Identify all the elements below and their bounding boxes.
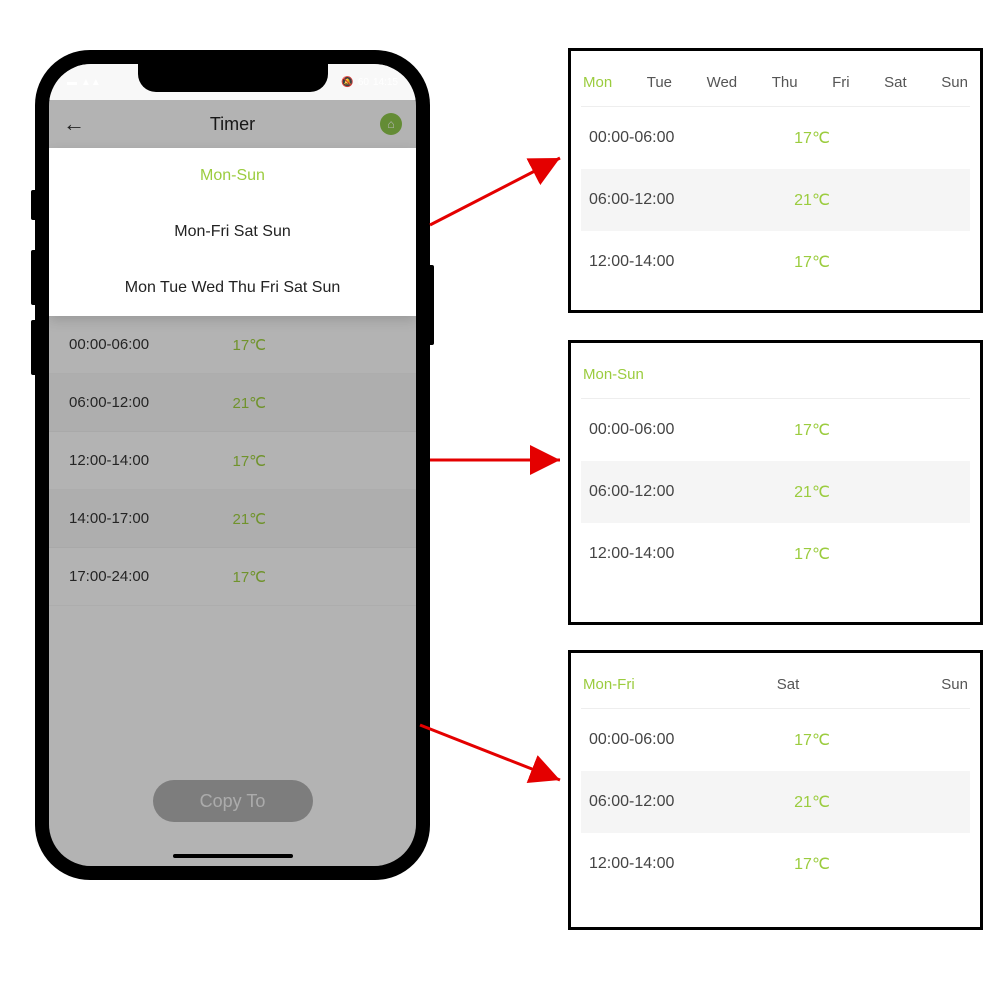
time-range: 00:00-06:00 [589,129,794,147]
temperature: 17℃ [794,420,830,440]
temperature: 21℃ [794,482,830,502]
schedule-row[interactable]: 17:00-24:00 17℃ [49,548,416,606]
temperature: 21℃ [233,510,267,528]
time-range: 06:00-12:00 [589,483,794,501]
battery-icon: 60 [358,77,369,88]
phone-screen: ▬ ▲▲ 🔕 60 14:15 ← Timer ⌂ Mon-Sun Mon-Fr… [49,64,416,866]
mode-option-individual-days[interactable]: Mon Tue Wed Thu Fri Sat Sun [49,260,416,316]
temperature: 21℃ [233,394,267,412]
schedule-row[interactable]: 06:00-12:00 21℃ [581,461,970,523]
schedule-row[interactable]: 14:00-17:00 21℃ [49,490,416,548]
schedule-row[interactable]: 12:00-14:00 17℃ [581,833,970,895]
day-tabs: Mon-Fri Sat Sun [581,661,970,709]
tab-fri[interactable]: Fri [832,74,850,91]
tab-mon-sun[interactable]: Mon-Sun [583,366,644,383]
volume-down-button [31,320,37,375]
tab-thu[interactable]: Thu [772,74,798,91]
panel-monfri-sat-sun: Mon-Fri Sat Sun 00:00-06:00 17℃ 06:00-12… [568,650,983,930]
time-range: 00:00-06:00 [589,421,794,439]
temperature: 17℃ [233,336,267,354]
tab-sun[interactable]: Sun [941,74,968,91]
volume-up-button [31,250,37,305]
mode-dropdown: Mon-Sun Mon-Fri Sat Sun Mon Tue Wed Thu … [49,148,416,316]
signal-icon: ▲▲ [81,77,101,88]
home-icon[interactable]: ⌂ [380,113,402,135]
page-header: ← Timer ⌂ [49,100,416,148]
schedule-row[interactable]: 12:00-14:00 17℃ [49,432,416,490]
time-range: 12:00-14:00 [589,253,794,271]
time-range: 00:00-06:00 [69,336,233,353]
carrier-icon: ▬ [67,77,77,88]
schedule-row[interactable]: 12:00-14:00 17℃ [581,231,970,293]
home-indicator [173,854,293,858]
panel-individual-days: Mon Tue Wed Thu Fri Sat Sun 00:00-06:00 … [568,48,983,313]
copy-to-button[interactable]: Copy To [153,780,313,822]
phone-frame: ▬ ▲▲ 🔕 60 14:15 ← Timer ⌂ Mon-Sun Mon-Fr… [35,50,430,880]
temperature: 17℃ [233,452,267,470]
back-icon[interactable]: ← [63,111,85,137]
temperature: 17℃ [794,252,830,272]
arrow-icon [430,158,560,225]
temperature: 21℃ [794,190,830,210]
time-range: 06:00-12:00 [589,191,794,209]
time-range: 06:00-12:00 [589,793,794,811]
temperature: 17℃ [794,128,830,148]
silent-icon: 🔕 [341,77,353,88]
time-range: 12:00-14:00 [69,452,233,469]
schedule-row[interactable]: 00:00-06:00 17℃ [49,316,416,374]
clock-text: 14:15 [373,77,398,88]
tab-sat[interactable]: Sat [777,676,800,693]
time-range: 12:00-14:00 [589,545,794,563]
schedule-row[interactable]: 06:00-12:00 21℃ [581,771,970,833]
time-range: 14:00-17:00 [69,510,233,527]
temperature: 17℃ [794,544,830,564]
time-range: 06:00-12:00 [69,394,233,411]
temperature: 17℃ [794,854,830,874]
schedule-row[interactable]: 12:00-14:00 17℃ [581,523,970,585]
tab-sat[interactable]: Sat [884,74,907,91]
power-button [428,265,434,345]
time-range: 12:00-14:00 [589,855,794,873]
tab-mon-fri[interactable]: Mon-Fri [583,676,635,693]
schedule-row[interactable]: 06:00-12:00 21℃ [49,374,416,432]
panel-mon-sun: Mon-Sun 00:00-06:00 17℃ 06:00-12:00 21℃ … [568,340,983,625]
schedule-list: 00:00-06:00 17℃ 06:00-12:00 21℃ 12:00-14… [49,316,416,606]
temperature: 17℃ [233,568,267,586]
tab-sun[interactable]: Sun [941,676,968,693]
schedule-row[interactable]: 00:00-06:00 17℃ [581,107,970,169]
tab-tue[interactable]: Tue [647,74,672,91]
phone-notch [138,64,328,92]
time-range: 17:00-24:00 [69,568,233,585]
mode-option-monfri-sat-sun[interactable]: Mon-Fri Sat Sun [49,204,416,260]
tab-mon[interactable]: Mon [583,74,612,91]
time-range: 00:00-06:00 [589,731,794,749]
schedule-row[interactable]: 00:00-06:00 17℃ [581,399,970,461]
schedule-row[interactable]: 00:00-06:00 17℃ [581,709,970,771]
temperature: 21℃ [794,792,830,812]
day-tabs: Mon-Sun [581,351,970,399]
day-tabs: Mon Tue Wed Thu Fri Sat Sun [581,59,970,107]
page-title: Timer [85,114,380,135]
schedule-row[interactable]: 06:00-12:00 21℃ [581,169,970,231]
temperature: 17℃ [794,730,830,750]
mode-option-mon-sun[interactable]: Mon-Sun [49,148,416,204]
tab-wed[interactable]: Wed [707,74,738,91]
arrow-icon [420,725,560,780]
volume-mute-button [31,190,37,220]
